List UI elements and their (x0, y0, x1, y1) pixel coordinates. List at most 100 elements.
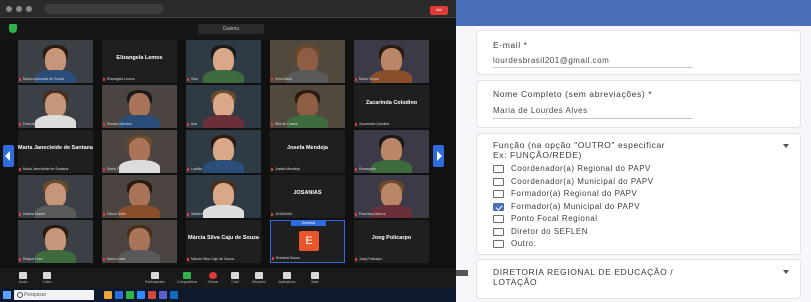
file-explorer-icon[interactable] (104, 291, 112, 299)
participant-name-label: Maria Sousa (359, 77, 379, 81)
checkbox[interactable] (493, 177, 504, 186)
video-button[interactable]: Vídeo (36, 271, 58, 286)
checkbox[interactable] (493, 190, 504, 198)
participant-face (213, 138, 234, 162)
participant-tile[interactable]: Vitor (186, 40, 261, 83)
toolbar-button-label: Áudio (18, 280, 28, 284)
participant-tile[interactable]: Helena Nunes (18, 175, 93, 218)
chat-icon (231, 272, 239, 279)
participant-tile[interactable]: Márcia Silva Caju de Souza Márcia Silva C… (186, 220, 261, 263)
participant-display-name: Josefa Mendeja (287, 145, 328, 151)
participant-name-label: Rita de Cássia (275, 122, 298, 126)
participant-name-label: Maria Aparecida de Sousa (23, 77, 65, 81)
participant-tile[interactable]: Josefa Mendeja Josefa Mendeja (270, 130, 345, 173)
participant-tile[interactable]: Maria Francisca (102, 130, 177, 173)
window-control-icon[interactable] (26, 5, 32, 12)
record-icon (209, 272, 217, 279)
checkbox-option[interactable]: Coordenador(a) Regional do PAPV (493, 164, 773, 174)
participant-tile[interactable]: Francisca Barros (354, 175, 429, 218)
apps-button[interactable]: Aplicativos (276, 271, 298, 286)
previous-page-button[interactable] (3, 145, 14, 167)
checkbox[interactable] (493, 227, 504, 236)
zoom-app-icon[interactable] (137, 291, 145, 299)
participant-face (45, 228, 66, 252)
checkbox-option[interactable]: Formador(a) Regional do PAPV (493, 189, 773, 199)
checkbox-option[interactable]: Coordenador(a) Municipal do PAPV (493, 177, 773, 187)
participant-tile[interactable]: Waldemar (186, 175, 261, 218)
checkbox[interactable] (493, 215, 504, 223)
checkbox-checked[interactable] (493, 202, 504, 211)
participant-tile[interactable]: Maria Lúcia (102, 220, 177, 263)
participant-name-label: Elizangela Lemos (107, 77, 135, 81)
window-control-icon[interactable] (16, 5, 22, 12)
mic-button[interactable]: Áudio (12, 271, 34, 286)
participant-tile[interactable]: JOSANIAS JOSANIAS (270, 175, 345, 218)
checkbox-label: Ponto Focal Regional (511, 214, 598, 223)
window-control-icon[interactable] (6, 5, 12, 12)
participant-name-label: Maria Lúcia (107, 257, 126, 261)
chevron-down-icon[interactable] (783, 270, 789, 274)
participant-tile[interactable]: Zacarinda Colodino Zacarinda Colodino (354, 85, 429, 128)
participant-tile[interactable]: Maria Aparecida de Sousa (18, 40, 93, 83)
participant-tile[interactable]: Maria Janecleide de Santana Maria Janecle… (18, 130, 93, 173)
toolbar-button-label: Gravar (207, 280, 219, 284)
next-page-button[interactable] (433, 145, 444, 167)
participant-name-label: Vitor (191, 77, 199, 81)
participant-display-name: JOSANIAS (293, 190, 322, 196)
form-page: E-mail * lourdesbrasil201@gmail.com Nome… (456, 0, 811, 302)
chrome-browser-icon[interactable] (126, 291, 134, 299)
leave-meeting-button[interactable]: Sair (430, 6, 448, 15)
chevron-down-icon[interactable] (783, 144, 789, 148)
office-app-icon[interactable] (148, 291, 156, 299)
participant-tile[interactable]: Joeg Policarpo Joeg Policarpo (354, 220, 429, 263)
participant-name-label: JOSANIAS (275, 212, 293, 216)
participant-tile[interactable]: Maria Sousa (354, 40, 429, 83)
security-shield-icon[interactable] (9, 24, 17, 33)
teams-app-icon[interactable] (159, 291, 167, 299)
participant-tile[interactable]: Lucélia (186, 130, 261, 173)
more-button[interactable]: Mais (304, 271, 326, 286)
checkbox[interactable] (493, 165, 504, 173)
checkbox-label: Coordenador(a) Regional do PAPV (511, 164, 651, 173)
participant-tile[interactable]: Gilson Silva (102, 175, 177, 218)
checkbox-label: Outro: (511, 239, 537, 248)
participant-tile[interactable]: Rosangela (354, 130, 429, 173)
muted-mic-icon (187, 78, 189, 81)
participant-tile[interactable]: Renata Mendes (102, 85, 177, 128)
share-button[interactable]: Compartilhar (176, 271, 198, 286)
email-field-underline (493, 67, 693, 68)
participant-face (381, 183, 402, 207)
participant-tile[interactable]: Rita de Cássia (270, 85, 345, 128)
checkbox-option[interactable]: Formador(a) Municipal do PAPV (493, 202, 773, 212)
word-app-icon[interactable] (170, 291, 178, 299)
checkbox-option[interactable]: Outro: (493, 239, 773, 249)
participant-tile[interactable]: Ana (186, 85, 261, 128)
participant-tile[interactable]: Elizangela Lemos Elizangela Lemos (102, 40, 177, 83)
participant-face (297, 93, 318, 117)
chat-button[interactable]: Chat (224, 271, 246, 286)
full-name-field[interactable]: Maria de Lourdes Alves (493, 106, 588, 115)
participant-tile[interactable]: Vera Maria (270, 40, 345, 83)
toolbar-button-label: Reações (252, 280, 266, 284)
participant-name-label: Márcia Silva Caju de Souza (191, 257, 234, 261)
checkbox-option[interactable]: Diretor do SEFLEN (493, 227, 773, 237)
address-bar[interactable] (44, 3, 164, 14)
taskbar-search-input[interactable]: Pesquisar (14, 290, 94, 300)
checkbox-option[interactable]: Ponto Focal Regional (493, 214, 773, 224)
view-toggle[interactable]: Galeria (198, 24, 264, 34)
email-field[interactable]: lourdesbrasil201@gmail.com (493, 56, 609, 65)
muted-mic-icon (355, 168, 357, 171)
reactions-button[interactable]: Reações (248, 271, 270, 286)
participant-name-label: Maria Janecleide de Santana (23, 167, 69, 171)
windows-start-icon[interactable] (3, 291, 11, 299)
participant-face (381, 138, 402, 162)
checkbox[interactable] (493, 240, 504, 248)
edge-browser-icon[interactable] (115, 291, 123, 299)
record-button[interactable]: Gravar (202, 271, 224, 286)
participant-tile[interactable]: Enedina E Enedina Souza (270, 220, 345, 263)
participant-tile[interactable]: Raquel Lima (18, 220, 93, 263)
participant-tile[interactable]: Francisca (18, 85, 93, 128)
muted-mic-icon (187, 258, 189, 261)
muted-mic-icon (187, 123, 189, 126)
participants-button[interactable]: Participantes (144, 271, 166, 286)
